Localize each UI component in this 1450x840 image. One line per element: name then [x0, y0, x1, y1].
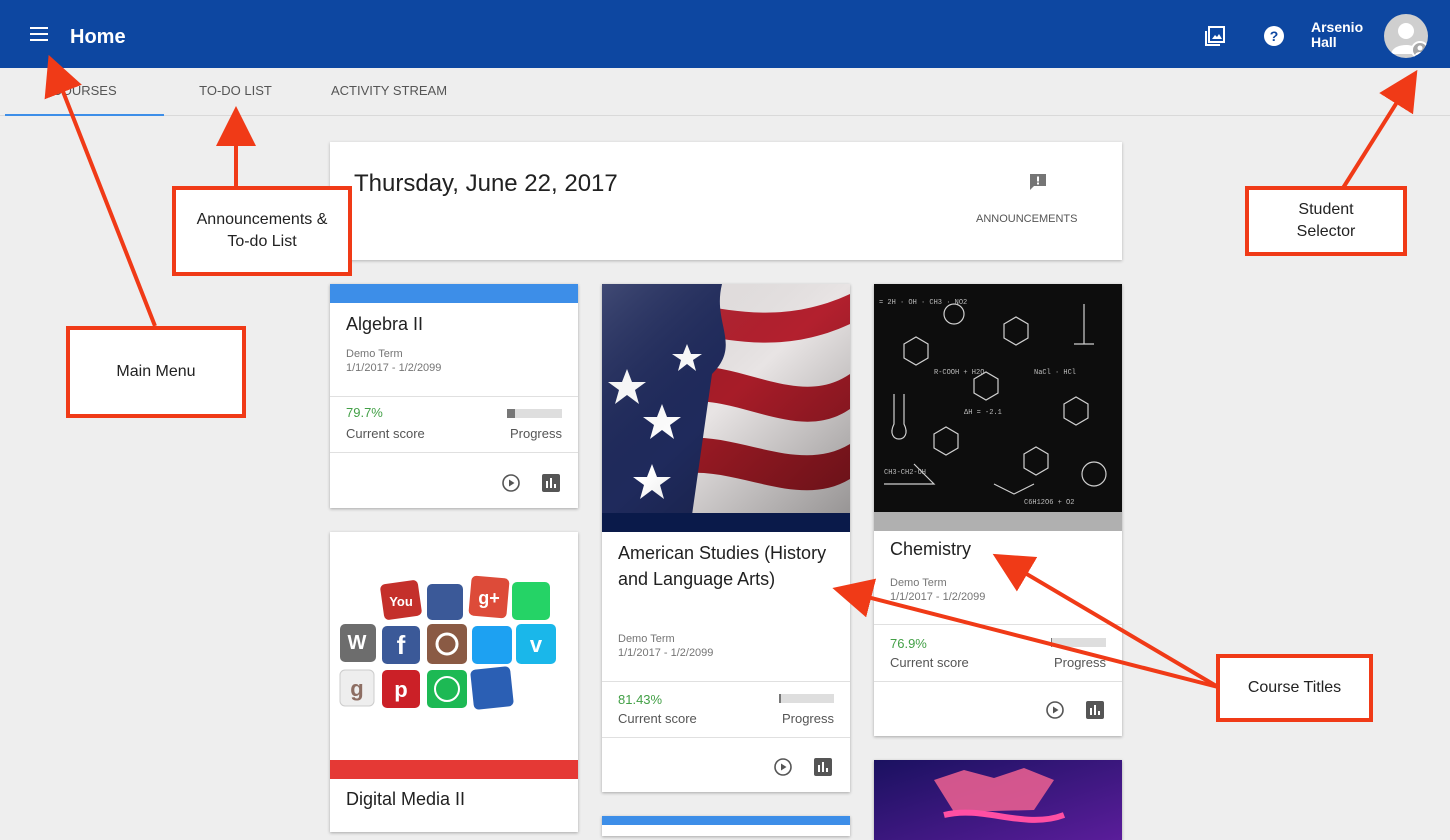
tab-courses[interactable]: COURSES: [5, 68, 164, 116]
grades-chart-icon[interactable]: [541, 473, 561, 493]
svg-text:C6H12O6 + O2: C6H12O6 + O2: [1024, 499, 1074, 507]
svg-text:R-COOH + H2O: R-COOH + H2O: [934, 369, 984, 377]
progress-bar: [1051, 638, 1106, 647]
svg-text:NaCl · HCl: NaCl · HCl: [1034, 369, 1076, 377]
svg-text:= 2H · OH · CH3 · NO2: = 2H · OH · CH3 · NO2: [879, 299, 967, 307]
divider: [330, 396, 578, 397]
course-term: Demo Term: [890, 577, 947, 589]
course-color-bar: [330, 760, 578, 779]
person-icon: [1391, 23, 1428, 58]
page-title: Home: [70, 26, 126, 48]
play-icon[interactable]: [773, 757, 793, 777]
progress-bar: [779, 694, 834, 703]
play-icon[interactable]: [1045, 700, 1065, 720]
course-image-chemistry: = 2H · OH · CH3 · NO2 R-COOH + H2O NaCl …: [874, 284, 1122, 514]
divider: [874, 681, 1122, 682]
course-color-bar: [330, 284, 578, 303]
course-dates: 1/1/2017 - 1/2/2099: [346, 362, 442, 374]
progress-bar: [507, 409, 562, 418]
course-score: 79.7%: [346, 405, 383, 420]
course-title[interactable]: Chemistry: [890, 536, 971, 562]
course-card-partial[interactable]: [602, 816, 850, 836]
divider: [602, 681, 850, 682]
app-bar: Home ? Arsenio Hall: [0, 0, 1450, 68]
course-card-partial-image[interactable]: [874, 760, 1122, 840]
score-label: Current score: [890, 655, 969, 670]
announcement-icon[interactable]: [1028, 172, 1048, 192]
help-icon[interactable]: ?: [1262, 24, 1286, 48]
tab-bar: COURSES TO-DO LIST ACTIVITY STREAM: [0, 68, 1450, 116]
grades-chart-icon[interactable]: [813, 757, 833, 777]
announcements-button[interactable]: ANNOUNCEMENTS: [976, 213, 1077, 225]
course-score: 76.9%: [890, 636, 927, 651]
divider: [602, 737, 850, 738]
course-image-social-media: You g+ W f v g p: [330, 562, 578, 732]
svg-text:W: W: [348, 632, 367, 654]
course-term: Demo Term: [618, 633, 675, 645]
student-first-name: Arsenio: [1311, 19, 1364, 35]
annotation-student-selector: Student Selector: [1245, 186, 1407, 256]
course-color-bar: [602, 513, 850, 532]
grades-chart-icon[interactable]: [1085, 700, 1105, 720]
course-dates: 1/1/2017 - 1/2/2099: [618, 647, 714, 659]
course-title[interactable]: Algebra II: [346, 311, 423, 337]
course-title[interactable]: Digital Media II: [346, 786, 465, 812]
progress-label: Progress: [781, 711, 834, 726]
course-card-algebra[interactable]: Algebra II Demo Term 1/1/2017 - 1/2/2099…: [330, 284, 578, 508]
course-card-chemistry[interactable]: = 2H · OH · CH3 · NO2 R-COOH + H2O NaCl …: [874, 284, 1122, 736]
course-color-bar: [602, 816, 850, 825]
svg-text:You: You: [389, 594, 413, 609]
course-image-retro: [874, 760, 1122, 840]
annotation-course-titles: Course Titles: [1216, 654, 1373, 722]
svg-text:g+: g+: [478, 588, 500, 608]
avatar[interactable]: [1384, 14, 1428, 58]
tab-activity-stream[interactable]: ACTIVITY STREAM: [307, 68, 471, 116]
course-term: Demo Term: [346, 348, 403, 360]
student-last-name: Hall: [1311, 34, 1337, 50]
annotation-main-menu: Main Menu: [66, 326, 246, 418]
progress-label: Progress: [509, 426, 562, 441]
divider: [874, 624, 1122, 625]
course-score: 81.43%: [618, 692, 663, 707]
progress-label: Progress: [1053, 655, 1106, 670]
progress-fill: [507, 409, 516, 418]
course-color-bar: [874, 512, 1122, 531]
course-dates: 1/1/2017 - 1/2/2099: [890, 591, 986, 603]
course-image-flag: [602, 284, 850, 515]
svg-text:g: g: [350, 676, 363, 701]
svg-text:f: f: [397, 630, 406, 660]
course-card-american-studies[interactable]: American Studies (History and Language A…: [602, 284, 850, 792]
svg-text:ΔH = -2.1: ΔH = -2.1: [964, 409, 1002, 417]
date-card: Thursday, June 22, 2017 ANNOUNCEMENTS: [330, 142, 1122, 260]
progress-fill: [1051, 638, 1053, 647]
student-name[interactable]: Arsenio Hall: [1311, 20, 1381, 50]
svg-text:p: p: [394, 677, 407, 702]
play-icon[interactable]: [501, 473, 521, 493]
course-title[interactable]: American Studies (History and Language A…: [618, 540, 838, 592]
svg-text:v: v: [530, 632, 543, 657]
divider: [330, 452, 578, 453]
current-date: Thursday, June 22, 2017: [354, 170, 618, 197]
course-card-digital-media[interactable]: You g+ W f v g p Digital Media II: [330, 532, 578, 832]
tab-todo-list[interactable]: TO-DO LIST: [164, 68, 307, 116]
annotation-announcements-todo: Announcements & To-do List: [172, 186, 352, 276]
menu-icon[interactable]: [30, 26, 50, 42]
svg-text:CH3-CH2-OH: CH3-CH2-OH: [884, 469, 926, 477]
score-label: Current score: [346, 426, 425, 441]
gallery-icon[interactable]: [1203, 24, 1227, 48]
progress-fill: [779, 694, 781, 703]
svg-text:?: ?: [1270, 28, 1279, 44]
score-label: Current score: [618, 711, 697, 726]
